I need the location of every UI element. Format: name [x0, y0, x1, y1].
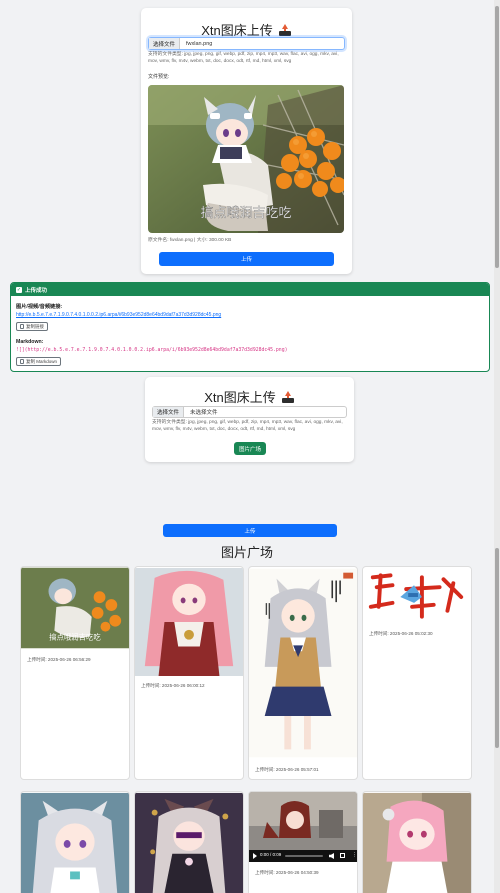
video-progress-bar[interactable] — [285, 855, 323, 857]
clipboard-icon — [20, 359, 24, 364]
gallery-title: 图片广场 — [220, 545, 273, 560]
upload-icon — [278, 23, 292, 36]
copy-markdown-label: 复制 Markdown — [26, 358, 58, 364]
more-options-icon[interactable]: ⋮ — [352, 852, 357, 858]
gallery-image[interactable] — [135, 567, 243, 677]
markdown-code: ![](http://e.b.5.e.7.e.7.1.9.0.7.4.0.1.0… — [16, 348, 288, 353]
gallery-card[interactable] — [362, 791, 472, 893]
gallery-image[interactable]: 搞点哦润吉吃吃 — [21, 567, 129, 649]
gallery-image[interactable] — [135, 792, 243, 893]
gallery-image[interactable] — [249, 567, 357, 759]
gallery-card[interactable]: 搞点哦润吉吃吃 上传时间: 2025-06-26 06:56:29 — [20, 566, 130, 780]
result-header: ✓ 上传成功 — [11, 283, 489, 296]
upload-time: 上传时间: 2025-06-26 05:57:01 — [255, 767, 319, 772]
uploader2-header: Xtn图床上传 — [145, 387, 354, 406]
selected-file-name: fwxlan.png — [186, 40, 213, 47]
upload-time: 上传时间: 2025-06-26 06:00:12 — [141, 683, 205, 688]
gallery-image[interactable] — [363, 567, 471, 625]
copy-link-button[interactable]: 复制链接 — [16, 322, 48, 331]
page-scrollbar[interactable] — [494, 0, 500, 893]
upload-result-panel: ✓ 上传成功 图片/视频/音频链接: http://e.b.5.e.7.e.7.… — [10, 282, 490, 372]
gallery-card[interactable]: 0:00 / 0:09 ⋮ 上传时间: 2025-06-26 04:50:39 — [248, 791, 358, 893]
video-time: 0:00 / 0:09 — [260, 852, 282, 857]
gallery-image-caption: 搞点哦润吉吃吃 — [49, 632, 101, 641]
url-label: 图片/视频/音频链接: — [16, 304, 63, 310]
upload-time: 上传时间: 2025-06-26 04:50:39 — [255, 870, 319, 875]
check-icon: ✓ — [16, 286, 22, 293]
gallery-card[interactable] — [134, 791, 244, 893]
scrollbar-thumb-lower[interactable] — [495, 548, 499, 748]
url-link[interactable]: http://e.b.5.e.7.e.7.1.9.0.7.4.0.1.0.0.2… — [16, 312, 221, 318]
supported-types-hint: 支持的文件类型: jpg, jpeg, png, gif, webp, pdf,… — [148, 52, 339, 64]
gallery-button[interactable]: 图片广场 — [234, 442, 266, 455]
gallery-image[interactable] — [21, 792, 129, 893]
upload-button[interactable]: 上传 — [159, 252, 334, 266]
upload-button-bottom[interactable]: 上传 — [163, 524, 337, 537]
choose-file-button[interactable]: 选择文件 — [149, 38, 181, 49]
gallery-image[interactable] — [363, 792, 471, 893]
choose-file-button-secondary[interactable]: 选择文件 — [153, 407, 185, 417]
gallery-card[interactable]: 上传时间: 2025-06-26 05:57:01 — [248, 566, 358, 780]
file-input[interactable]: 选择文件 fwxlan.png — [148, 37, 345, 50]
uploader-card: Xtn图床上传 选择文件 fwxlan.png 支持的文件类型: jpg, jp… — [141, 8, 352, 274]
copy-markdown-button[interactable]: 复制 Markdown — [16, 357, 62, 366]
supported-types-hint-secondary: 支持的文件类型: jpg, jpeg, png, gif, webp, pdf,… — [152, 420, 343, 432]
gallery-card[interactable]: 上传时间: 2025-06-26 06:00:12 — [134, 566, 244, 780]
upload-time: 上传时间: 2025-06-26 06:56:29 — [27, 657, 91, 662]
preview-caption: 搞点哦润吉吃吃 — [200, 205, 291, 220]
file-input-secondary[interactable]: 选择文件 未选择文件 — [152, 406, 347, 418]
file-info: 原文件名: fwxlan.png | 大小: 300.00 KB — [148, 238, 232, 243]
gallery-video[interactable]: 0:00 / 0:09 ⋮ — [249, 792, 357, 862]
upload-icon — [281, 390, 295, 403]
copy-link-label: 复制链接 — [26, 323, 44, 329]
play-icon[interactable] — [253, 853, 257, 859]
file-preview-image: 搞点哦润吉吃吃 — [148, 85, 344, 233]
uploader2-title: Xtn图床上传 — [204, 390, 276, 405]
gallery-card[interactable] — [20, 791, 130, 893]
clipboard-icon — [20, 324, 24, 329]
gallery-card[interactable]: 上传时间: 2025-06-26 05:02:30 — [362, 566, 472, 780]
result-header-label: 上传成功 — [25, 287, 48, 294]
uploader-card-secondary: Xtn图床上传 选择文件 未选择文件 支持的文件类型: jpg, jpeg, p… — [145, 377, 354, 462]
no-file-selected: 未选择文件 — [190, 410, 218, 416]
preview-label: 文件预览: — [148, 74, 170, 80]
upload-time: 上传时间: 2025-06-26 05:02:30 — [369, 631, 433, 636]
fullscreen-icon[interactable] — [340, 853, 345, 858]
scrollbar-thumb[interactable] — [495, 6, 499, 268]
markdown-label: Markdown: — [16, 339, 44, 345]
